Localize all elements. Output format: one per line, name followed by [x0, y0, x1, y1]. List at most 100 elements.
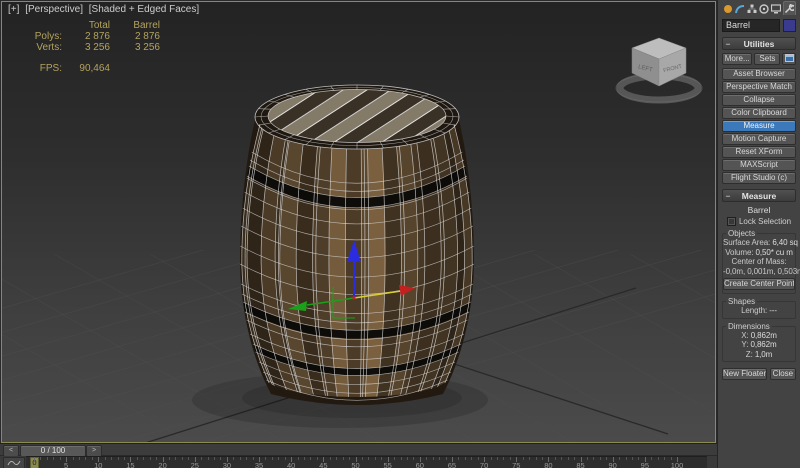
- frame-tick: [568, 457, 569, 460]
- frame-tick-label: 15: [120, 461, 140, 468]
- frame-tick-label: 5: [56, 461, 76, 468]
- barrel-object[interactable]: [240, 85, 474, 405]
- object-name-input[interactable]: Barrel: [722, 19, 780, 32]
- stats-verts-barrel: 3 256: [110, 42, 160, 53]
- create-icon: [723, 4, 733, 14]
- frame-tick: [124, 457, 125, 460]
- perspective-viewport[interactable]: LEFT FRONT [+] [Perspective] [Shaded + E…: [1, 1, 716, 443]
- frame-tick: [73, 457, 74, 460]
- surface-area-value: 6,40 sq m: [772, 238, 800, 247]
- gizmo-center[interactable]: [353, 297, 356, 300]
- frame-tick: [401, 457, 402, 460]
- lock-selection-checkbox[interactable]: [727, 217, 736, 226]
- utility-button-reset-xform[interactable]: Reset XForm: [722, 146, 796, 158]
- utility-button-collapse[interactable]: Collapse: [722, 94, 796, 106]
- utility-button-color-clipboard[interactable]: Color Clipboard: [722, 107, 796, 119]
- frame-tick: [362, 457, 363, 460]
- frame-tick: [330, 457, 331, 460]
- utilities-rollout-header[interactable]: − Utilities: [722, 37, 796, 50]
- track-bar-ruler[interactable]: 0 51015202530354045505560657075808590951…: [26, 456, 707, 468]
- frame-tick: [478, 457, 479, 460]
- utility-button-perspective-match[interactable]: Perspective Match: [722, 81, 796, 93]
- mini-curve-editor-button[interactable]: [3, 457, 25, 468]
- utility-buttons-list: Asset BrowserPerspective MatchCollapseCo…: [722, 68, 796, 184]
- close-button[interactable]: Close: [770, 368, 796, 380]
- frame-tick: [53, 457, 54, 460]
- frame-tick: [111, 457, 112, 460]
- frame-tick: [381, 457, 382, 460]
- utilities-config-button[interactable]: [782, 53, 796, 65]
- more-button[interactable]: More...: [722, 53, 752, 65]
- frame-tick-label: 20: [153, 461, 173, 468]
- more-sets-row: More... Sets: [722, 53, 796, 65]
- measure-rollout-header[interactable]: − Measure: [722, 189, 796, 202]
- viewport-general-menu[interactable]: [+]: [8, 4, 19, 15]
- frame-tick: [233, 457, 234, 460]
- tab-utilities[interactable]: [783, 1, 796, 15]
- frame-tick: [671, 457, 672, 460]
- frame-tick: [240, 457, 241, 460]
- utility-button-flight-studio-c-[interactable]: Flight Studio (c): [722, 172, 796, 184]
- tab-motion[interactable]: [759, 3, 770, 15]
- frame-tick: [118, 457, 119, 460]
- frame-tick: [497, 457, 498, 460]
- viewport-shading-menu[interactable]: [Shaded + Edged Faces]: [89, 4, 199, 15]
- surface-area-label: Surface Area:: [723, 238, 770, 247]
- frame-tick: [214, 457, 215, 460]
- frame-tick: [336, 457, 337, 460]
- new-floater-button[interactable]: New Floater: [722, 368, 767, 380]
- time-slider[interactable]: < 0 / 100 >: [0, 443, 717, 455]
- frame-tick-label: 55: [378, 461, 398, 468]
- frame-tick: [413, 457, 414, 460]
- utility-button-motion-capture[interactable]: Motion Capture: [722, 133, 796, 145]
- measured-object-name: Barrel: [722, 205, 796, 215]
- frame-tick: [651, 457, 652, 460]
- stats-polys-barrel: 2 876: [110, 31, 160, 42]
- frame-tick: [47, 457, 48, 460]
- frame-tick: [446, 457, 447, 460]
- object-color-swatch[interactable]: [783, 19, 796, 32]
- frame-tick: [265, 457, 266, 460]
- frame-tick-label: 10: [88, 461, 108, 468]
- utility-button-asset-browser[interactable]: Asset Browser: [722, 68, 796, 80]
- frame-tick: [510, 457, 511, 460]
- volume-value: 0,50* cu m: [756, 248, 793, 257]
- frame-tick: [317, 457, 318, 460]
- frame-tick: [555, 457, 556, 460]
- frame-tick: [310, 457, 311, 460]
- center-of-mass-label: Center of Mass:: [723, 257, 795, 267]
- frame-tick: [536, 457, 537, 460]
- stats-polys-total: 2 876: [62, 31, 110, 42]
- track-bar[interactable]: 0 51015202530354045505560657075808590951…: [0, 456, 717, 468]
- frame-tick-label: 100: [667, 461, 687, 468]
- frame-tick: [426, 457, 427, 460]
- frame-tick-label: 25: [185, 461, 205, 468]
- sets-button[interactable]: Sets: [754, 53, 780, 65]
- tab-hierarchy[interactable]: [746, 3, 757, 15]
- frame-tick: [491, 457, 492, 460]
- config-window-icon: [785, 54, 794, 62]
- create-center-point-button[interactable]: Create Center Point: [723, 278, 795, 290]
- tab-modify[interactable]: [734, 3, 745, 15]
- command-panel-tabs: [722, 1, 796, 15]
- frame-tick-label: 90: [603, 461, 623, 468]
- frame-tick: [169, 457, 170, 460]
- frame-tick: [201, 457, 202, 460]
- volume-label: Volume:: [725, 248, 753, 257]
- tab-display[interactable]: [771, 3, 782, 15]
- frame-tick: [60, 457, 61, 460]
- viewcube[interactable]: LEFT FRONT: [616, 38, 702, 102]
- command-panel: Barrel − Utilities More... Sets Asset Br…: [717, 0, 800, 468]
- lock-selection-row[interactable]: Lock Selection: [722, 217, 796, 226]
- utility-button-maxscript[interactable]: MAXScript: [722, 159, 796, 171]
- dim-z-value: 1,0m: [755, 350, 772, 359]
- frame-tick: [407, 457, 408, 460]
- utility-button-measure[interactable]: Measure: [722, 120, 796, 132]
- frame-tick: [606, 457, 607, 460]
- floater-row: New Floater Close: [722, 368, 796, 380]
- viewport-pov-menu[interactable]: [Perspective]: [25, 4, 83, 15]
- frame-tick: [529, 457, 530, 460]
- frame-tick: [246, 457, 247, 460]
- frame-tick: [433, 457, 434, 460]
- tab-create[interactable]: [722, 3, 733, 15]
